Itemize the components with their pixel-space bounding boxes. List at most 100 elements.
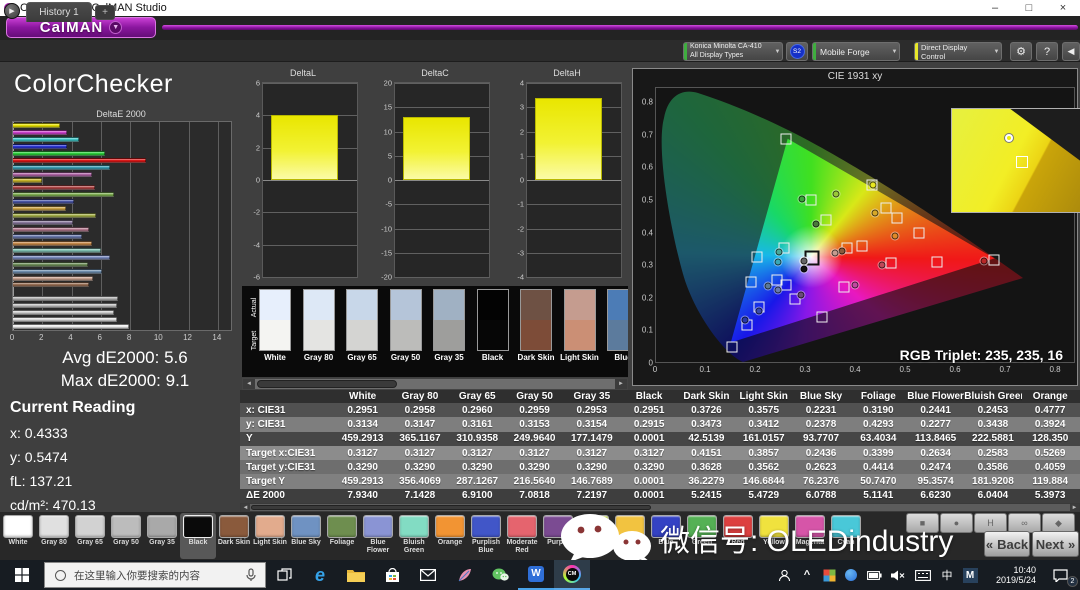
task-view-button[interactable]: [266, 560, 302, 590]
scroll-left-icon[interactable]: ◄: [243, 379, 255, 389]
pen-app-button[interactable]: [446, 560, 482, 590]
settings-button[interactable]: ⚙: [1010, 42, 1032, 61]
deltae-bar-green-75-: [13, 192, 114, 197]
patch-button-magenta[interactable]: Magenta: [792, 513, 828, 559]
cie-target-square: [781, 280, 792, 291]
patch-button-orange-yellow[interactable]: Orange Yellow: [612, 513, 648, 559]
calman-taskbar-button[interactable]: CM: [554, 560, 590, 590]
patch-button-gray-35[interactable]: Gray 35: [144, 513, 180, 559]
patch-button-light-skin[interactable]: Light Skin: [252, 513, 288, 559]
back-button[interactable]: «Back: [984, 531, 1030, 557]
close-button[interactable]: ×: [1046, 2, 1080, 14]
patch-button-gray-65[interactable]: Gray 65: [72, 513, 108, 559]
patch-button-bluish-green[interactable]: Bluish Green: [396, 513, 432, 559]
wps-button[interactable]: W: [518, 560, 554, 590]
patch-label: Blue Flower: [360, 539, 396, 554]
compare-swatch-dark-skin[interactable]: [520, 289, 552, 351]
scroll-thumb[interactable]: [251, 505, 651, 510]
source-dropdown[interactable]: Mobile Forge ▼: [812, 42, 900, 61]
chevron-down-icon[interactable]: ▼: [109, 21, 122, 34]
patch-button-moderate-red[interactable]: Moderate Red: [504, 513, 540, 559]
tray-expand-button[interactable]: ^: [796, 560, 818, 590]
compare-swatch-white[interactable]: [259, 289, 291, 351]
table-scrollbar[interactable]: ◄ ►: [240, 503, 1080, 512]
search-input[interactable]: 在这里输入你要搜索的内容: [44, 562, 266, 588]
next-button[interactable]: Next»: [1032, 531, 1079, 557]
patch-button-yellow-green[interactable]: Yellow Green: [576, 513, 612, 559]
swatch-scrollbar[interactable]: ◄ ►: [242, 378, 628, 390]
patch-button-purplish-blue[interactable]: Purplish Blue: [468, 513, 504, 559]
patch-button-black[interactable]: Black: [180, 513, 216, 559]
patch-button-blue-flower[interactable]: Blue Flower: [360, 513, 396, 559]
wechat-button[interactable]: [482, 560, 518, 590]
meter-dropdown[interactable]: Konica Minolta CA-410 All Display Types …: [683, 42, 783, 61]
layout-mini-button[interactable]: ●: [940, 513, 973, 533]
table-cell: 0.0001: [620, 476, 677, 487]
logo-bar: CalMAN ▼: [0, 16, 1080, 40]
start-button[interactable]: [0, 560, 44, 590]
compare-swatch-black[interactable]: [477, 289, 509, 351]
compare-swatch-gray-65[interactable]: [346, 289, 378, 351]
patch-button-purple[interactable]: Purple: [540, 513, 576, 559]
store-button[interactable]: [374, 560, 410, 590]
mail-button[interactable]: [410, 560, 446, 590]
volume-tray-icon[interactable]: [886, 560, 910, 590]
scroll-right-icon[interactable]: ►: [1070, 504, 1079, 511]
clock[interactable]: 10:40 2019/5/24: [982, 560, 1040, 590]
layout-mini-button[interactable]: ◆: [1042, 513, 1075, 533]
patch-button-orange[interactable]: Orange: [432, 513, 468, 559]
compare-swatch-gray-35[interactable]: [433, 289, 465, 351]
scroll-right-icon[interactable]: ►: [615, 379, 627, 389]
compare-swatch-gray-50[interactable]: [390, 289, 422, 351]
delta-chart-deltal: DeltaL-6-4-20246: [246, 68, 360, 285]
tab-history[interactable]: History 1: [26, 2, 92, 22]
patch-chip: [75, 515, 105, 538]
patch-button-blue[interactable]: Blue: [648, 513, 684, 559]
people-button[interactable]: [772, 560, 796, 590]
compare-swatch-blue[interactable]: [607, 289, 628, 351]
compare-swatch-gray-80[interactable]: [303, 289, 335, 351]
battery-tray-icon[interactable]: [862, 560, 886, 590]
scroll-left-icon[interactable]: ◄: [241, 504, 250, 511]
display-control-dropdown[interactable]: Direct Display Control ▼: [914, 42, 1002, 61]
m-tray-icon[interactable]: M: [958, 560, 982, 590]
gridline: [527, 229, 621, 230]
collapse-panel-button[interactable]: ◀: [1062, 42, 1080, 61]
add-tab-button[interactable]: +: [95, 5, 115, 20]
layout-mini-button[interactable]: ∞: [1008, 513, 1041, 533]
scroll-thumb[interactable]: [257, 380, 397, 388]
patch-button-gray-50[interactable]: Gray 50: [108, 513, 144, 559]
layout-mini-button[interactable]: ■: [906, 513, 939, 533]
patch-button-blue-sky[interactable]: Blue Sky: [288, 513, 324, 559]
patch-button-green[interactable]: Green: [684, 513, 720, 559]
minimize-button[interactable]: –: [978, 2, 1012, 14]
patch-button-red[interactable]: Red: [720, 513, 756, 559]
file-explorer-button[interactable]: [338, 560, 374, 590]
title-bar: CalMAN 2018 CalMAN Studio – □ ×: [0, 0, 1080, 16]
edge-button[interactable]: e: [302, 560, 338, 590]
patch-button-white[interactable]: White: [0, 513, 36, 559]
microphone-icon[interactable]: [245, 568, 257, 582]
ime-indicator[interactable]: 中: [936, 560, 958, 590]
table-cell: 0.3147: [391, 419, 448, 430]
notification-center-button[interactable]: 2: [1040, 560, 1080, 590]
cloud-tray-icon[interactable]: [840, 560, 862, 590]
patch-chip: [39, 515, 69, 538]
security-tray-icon[interactable]: [818, 560, 840, 590]
patch-button-yellow[interactable]: Yellow: [756, 513, 792, 559]
speaker-muted-icon: [891, 570, 905, 581]
patch-button-cyan[interactable]: Cyan: [828, 513, 864, 559]
cie-target-square: [886, 257, 897, 268]
help-button[interactable]: ?: [1036, 42, 1058, 61]
layout-mini-button[interactable]: H: [974, 513, 1007, 533]
meter-port-badge[interactable]: S2: [786, 42, 808, 61]
patch-button-foliage[interactable]: Foliage: [324, 513, 360, 559]
maximize-button[interactable]: □: [1012, 2, 1046, 14]
patch-button-gray-80[interactable]: Gray 80: [36, 513, 72, 559]
touch-keyboard-tray-icon[interactable]: [910, 560, 936, 590]
deltae-bar-white: [13, 324, 129, 329]
play-icon[interactable]: ▶: [4, 3, 20, 19]
compare-swatch-light-skin[interactable]: [564, 289, 596, 351]
cie-target-square: [727, 342, 738, 353]
patch-button-dark-skin[interactable]: Dark Skin: [216, 513, 252, 559]
